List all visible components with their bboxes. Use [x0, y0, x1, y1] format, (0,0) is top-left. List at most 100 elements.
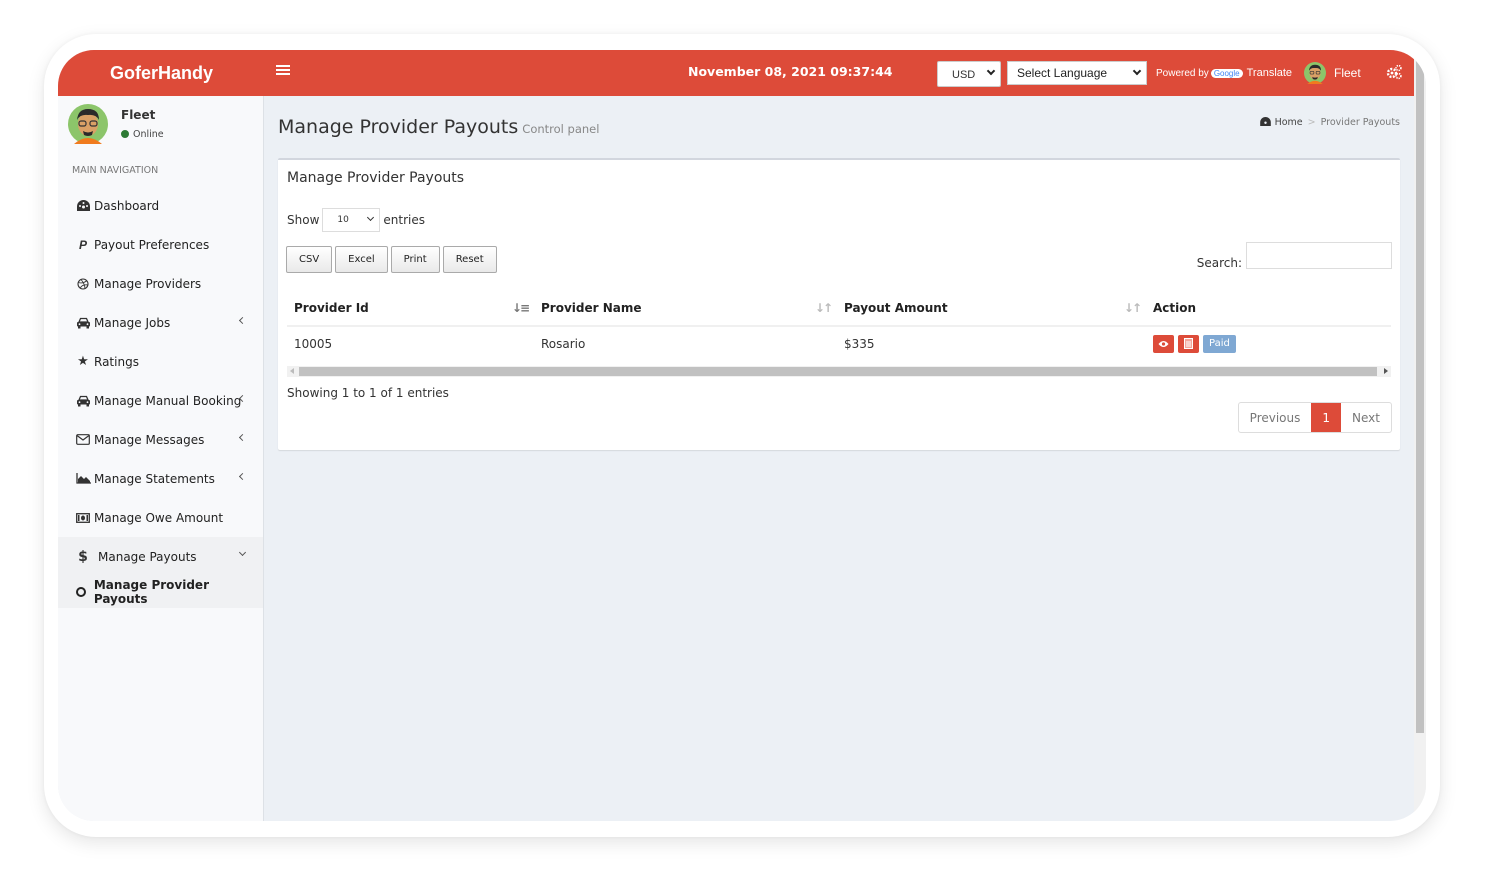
online-status: Online [121, 129, 164, 140]
page-title: Manage Provider Payouts Control panel [278, 116, 599, 138]
details-button[interactable] [1178, 334, 1199, 353]
gears-icon[interactable] [1386, 64, 1402, 80]
user-avatar [68, 104, 108, 144]
cell-action: Paid [1146, 326, 1391, 360]
sidebar-item-payout-preferences[interactable]: P Payout Preferences [58, 225, 263, 264]
previous-page-button[interactable]: Previous [1239, 403, 1312, 432]
app-screen: GoferHandy November 08, 2021 09:37:44 US… [58, 50, 1426, 821]
powered-by-label: Powered by [1156, 68, 1209, 79]
vertical-scrollbar[interactable] [1414, 50, 1426, 821]
chevron-down-icon [1132, 66, 1142, 76]
page-subtitle: Control panel [522, 122, 600, 136]
sidebar-item-manage-jobs[interactable]: Manage Jobs [58, 303, 263, 342]
sidebar-subitem-manage-provider-payouts[interactable]: Manage Provider Payouts [58, 576, 263, 608]
page-1-button[interactable]: 1 [1311, 403, 1342, 432]
nav-label: Dashboard [94, 198, 160, 213]
search-label: Search: [1196, 256, 1242, 270]
main-navigation: Dashboard P Payout Preferences Manage Pr… [58, 186, 263, 608]
reset-button[interactable]: Reset [442, 246, 497, 273]
sidebar: Fleet Online MAIN NAVIGATION Dashboard P… [58, 96, 264, 821]
star-icon: ★ [77, 354, 89, 369]
language-select[interactable]: Select Language [1007, 61, 1147, 85]
payouts-table: Provider Id ↓≡ Provider Name ↓↑ Payout Amo… [287, 290, 1391, 360]
show-label: Show [287, 213, 320, 227]
table-row: 10005 Rosario $335 Paid [287, 326, 1391, 360]
nav-label: Manage Manual Booking [94, 393, 242, 408]
sidebar-item-manage-statements[interactable]: Manage Statements [58, 459, 263, 498]
dribbble-icon [74, 277, 92, 290]
scrollbar-thumb[interactable] [1416, 50, 1424, 733]
eye-icon [1158, 340, 1169, 347]
nav-label: Ratings [94, 354, 139, 369]
column-label: Action [1153, 300, 1197, 315]
chevron-down-icon [367, 213, 375, 222]
nav-label: Manage Messages [94, 432, 205, 447]
next-page-button[interactable]: Next [1341, 403, 1391, 432]
sort-icon: ↓↑ [814, 301, 833, 315]
taxi-icon [74, 395, 92, 407]
user-avatar-icon[interactable] [1304, 62, 1326, 84]
paypal-icon: P [78, 237, 87, 252]
nav-label: Manage Provider Payouts [93, 578, 209, 606]
sidebar-item-manage-manual-booking[interactable]: Manage Manual Booking [58, 381, 263, 420]
breadcrumb-current: Provider Payouts [1320, 117, 1400, 128]
sidebar-item-manage-owe-amount[interactable]: Manage Owe Amount [58, 498, 263, 537]
sort-asc-icon: ↓≡ [511, 301, 530, 315]
cell-provider-id: 10005 [294, 336, 333, 351]
app-logo[interactable]: GoferHandy [110, 63, 213, 84]
entries-select[interactable]: 10 [322, 208, 381, 232]
chevron-left-icon [238, 472, 247, 481]
area-chart-icon [74, 473, 92, 484]
online-dot-icon [121, 130, 129, 138]
chevron-down-icon [986, 66, 996, 76]
breadcrumb-home[interactable]: Home [1275, 117, 1303, 128]
scroll-left-icon[interactable] [290, 368, 294, 374]
nav-label: Manage Jobs [94, 315, 171, 330]
column-label: Provider Id [294, 300, 369, 315]
chevron-down-icon [238, 548, 247, 557]
sidebar-toggle-icon[interactable] [276, 63, 290, 77]
horizontal-scrollbar[interactable] [287, 366, 1391, 377]
sidebar-item-manage-messages[interactable]: Manage Messages [58, 420, 263, 459]
nav-label: Payout Preferences [94, 237, 210, 252]
currency-select[interactable]: USD [937, 61, 1001, 87]
column-label: Provider Name [541, 300, 642, 315]
scrollbar-thumb[interactable] [299, 367, 1377, 376]
sidebar-item-dashboard[interactable]: Dashboard [58, 186, 263, 225]
table-info: Showing 1 to 1 of 1 entries [287, 386, 449, 400]
breadcrumb-separator: > [1307, 117, 1316, 128]
paid-status-button[interactable]: Paid [1203, 334, 1236, 353]
csv-button[interactable]: CSV [286, 246, 333, 273]
scroll-right-icon[interactable] [1384, 368, 1388, 374]
excel-button[interactable]: Excel [335, 246, 388, 273]
print-button[interactable]: Print [390, 246, 440, 273]
pagination: Previous 1 Next [1237, 402, 1392, 433]
breadcrumb: Home > Provider Payouts [1259, 117, 1400, 128]
box-title: Manage Provider Payouts [287, 170, 465, 186]
dollar-icon: $ [78, 548, 88, 565]
envelope-icon [74, 434, 92, 445]
dashboard-icon [74, 200, 92, 211]
search-input[interactable] [1246, 241, 1392, 269]
sidebar-item-manage-payouts[interactable]: $ Manage Payouts [58, 537, 263, 576]
translate-label: Translate [1246, 67, 1293, 79]
status-text: Online [133, 129, 164, 140]
column-provider-name[interactable]: Provider Name ↓↑ [534, 290, 837, 327]
currency-value: USD [952, 69, 976, 81]
column-payout-amount[interactable]: Payout Amount ↓↑ [837, 290, 1146, 327]
circle-icon [76, 587, 86, 597]
export-buttons: CSV Excel Print Reset [286, 246, 497, 273]
column-provider-id[interactable]: Provider Id ↓≡ [287, 290, 534, 327]
sidebar-item-manage-providers[interactable]: Manage Providers [58, 264, 263, 303]
view-button[interactable] [1153, 334, 1174, 353]
header-user-name[interactable]: Fleet [1334, 66, 1361, 80]
google-translate-attribution[interactable]: Powered by Google Translate [1156, 67, 1292, 79]
document-icon [1184, 338, 1193, 349]
sidebar-item-ratings[interactable]: ★ Ratings [58, 342, 263, 381]
sort-icon: ↓↑ [1123, 301, 1142, 315]
nav-header: MAIN NAVIGATION [72, 165, 159, 176]
payouts-box: Manage Provider Payouts Show 10 entries … [278, 158, 1400, 450]
content-wrapper: Manage Provider Payouts Control panel Hom… [264, 96, 1414, 821]
entries-length-control: Show 10 entries [287, 208, 425, 232]
column-label: Payout Amount [844, 300, 948, 315]
